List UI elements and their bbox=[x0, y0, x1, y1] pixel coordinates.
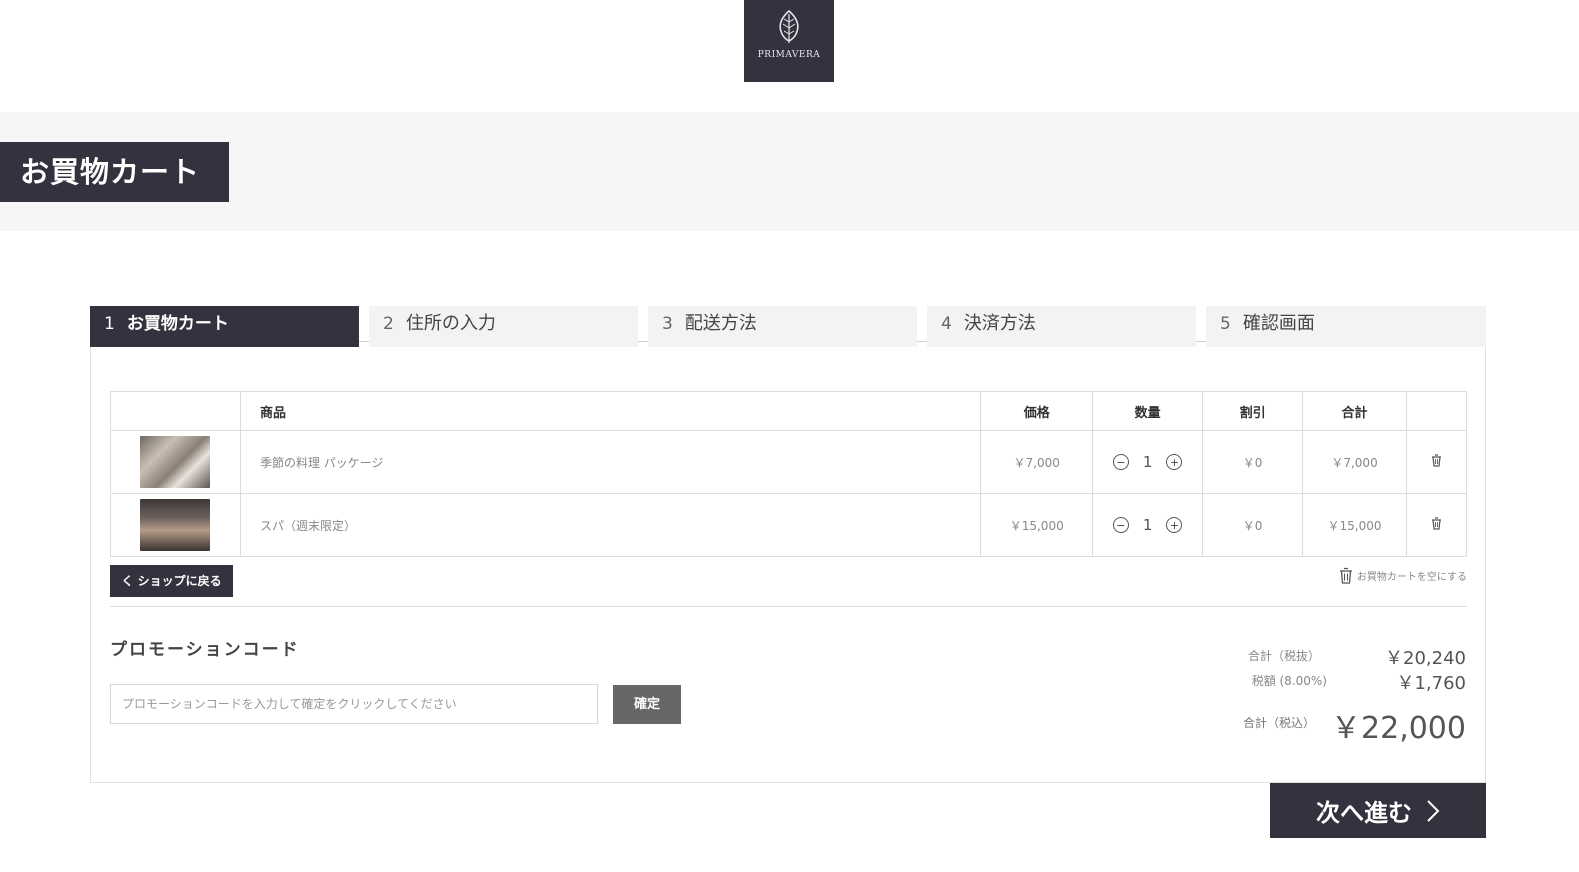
table-header-row: 商品 価格 数量 割引 合計 bbox=[110, 391, 1467, 431]
step-shipping[interactable]: 3 配送方法 bbox=[648, 306, 917, 348]
header-image bbox=[110, 391, 241, 431]
step-connector bbox=[1196, 341, 1206, 342]
quantity-value: 1 bbox=[1142, 516, 1153, 534]
table-row: 季節の料理 パッケージ ￥7,000 − 1 + ￥0 ￥7,000 bbox=[110, 430, 1467, 494]
step-cart[interactable]: 1 お買物カート bbox=[90, 306, 359, 348]
product-name[interactable]: 季節の料理 パッケージ bbox=[239, 430, 982, 494]
trash-icon[interactable] bbox=[1431, 454, 1442, 470]
product-total: ￥7,000 bbox=[1302, 430, 1407, 494]
product-name[interactable]: スパ（週末限定） bbox=[239, 493, 982, 557]
table-row: スパ（週末限定） ￥15,000 − 1 + ￥0 ￥15,000 bbox=[110, 493, 1467, 557]
page-title: お買物カート bbox=[0, 142, 229, 202]
empty-cart-label: お買物カートを空にする bbox=[1356, 572, 1467, 583]
step-confirm[interactable]: 5 確認画面 bbox=[1206, 306, 1486, 348]
header-discount: 割引 bbox=[1202, 391, 1304, 431]
step-number: 4 bbox=[941, 314, 952, 334]
empty-cart-link[interactable]: お買物カートを空にする bbox=[1339, 567, 1467, 584]
cart-table: 商品 価格 数量 割引 合計 季節の料理 パッケージ ￥7,000 − 1 + bbox=[110, 391, 1467, 557]
product-price: ￥15,000 bbox=[980, 493, 1094, 557]
subtotal-label-wrap: 合計（税抜） bbox=[1248, 647, 1320, 664]
header-delete bbox=[1406, 391, 1467, 431]
next-step-button[interactable]: 次へ進む bbox=[1270, 783, 1486, 838]
minus-icon[interactable]: − bbox=[1112, 517, 1129, 533]
step-label: 決済方法 bbox=[963, 313, 1036, 334]
quantity-stepper: − 1 + bbox=[1112, 516, 1183, 534]
promo-code-input[interactable] bbox=[110, 684, 598, 724]
plus-icon[interactable]: + bbox=[1166, 517, 1183, 533]
header-total: 合計 bbox=[1302, 391, 1407, 431]
step-connector bbox=[917, 341, 927, 342]
checkout-steps: 1 お買物カート 2 住所の入力 3 配送方法 4 決済方法 5 確認画面 bbox=[90, 306, 1486, 348]
step-connector bbox=[359, 341, 369, 342]
plus-icon[interactable]: + bbox=[1166, 454, 1183, 470]
title-band: お買物カート bbox=[0, 112, 1579, 231]
product-price: ￥7,000 bbox=[980, 430, 1094, 494]
subtotal-value: ￥20,240 bbox=[1385, 648, 1466, 669]
back-to-shop-button[interactable]: く ショップに戻る bbox=[110, 565, 233, 597]
grand-label-wrap: 合計（税込） bbox=[1243, 714, 1315, 731]
step-number: 2 bbox=[383, 314, 394, 334]
step-label: お買物カート bbox=[126, 314, 229, 334]
step-label: 確認画面 bbox=[1242, 313, 1315, 334]
next-step-label: 次へ進む bbox=[1316, 798, 1412, 827]
cart-panel: 商品 価格 数量 割引 合計 季節の料理 パッケージ ￥7,000 − 1 + bbox=[90, 347, 1486, 783]
step-connector bbox=[638, 341, 648, 342]
brand-name: PRIMAVERA bbox=[757, 50, 821, 60]
header-price: 価格 bbox=[980, 391, 1094, 431]
promo-title: プロモーションコード bbox=[110, 640, 300, 660]
product-total: ￥15,000 bbox=[1302, 493, 1407, 557]
brand-logo[interactable]: PRIMAVERA bbox=[744, 0, 834, 82]
product-discount: ￥0 bbox=[1202, 493, 1304, 557]
header-qty: 数量 bbox=[1092, 391, 1204, 431]
tax-label-wrap: 税額 (8.00%) bbox=[1252, 672, 1327, 689]
product-thumbnail[interactable] bbox=[140, 499, 211, 551]
step-payment[interactable]: 4 決済方法 bbox=[927, 306, 1196, 348]
step-number: 1 bbox=[104, 314, 115, 334]
product-discount: ￥0 bbox=[1202, 430, 1304, 494]
trash-icon[interactable] bbox=[1431, 517, 1442, 533]
subtotal-label: 合計（税抜） bbox=[1247, 649, 1320, 663]
step-number: 5 bbox=[1220, 314, 1231, 334]
grand-total-value: ￥22,000 bbox=[1331, 711, 1466, 746]
grand-total-label: 合計（税込） bbox=[1242, 716, 1315, 730]
trash-icon bbox=[1339, 567, 1352, 584]
product-thumbnail[interactable] bbox=[140, 436, 211, 488]
tax-label: 税額 (8.00%) bbox=[1251, 674, 1327, 688]
tax-value-wrap: ￥1,760 bbox=[1396, 669, 1466, 695]
step-address[interactable]: 2 住所の入力 bbox=[369, 306, 638, 348]
step-label: 配送方法 bbox=[684, 313, 757, 334]
quantity-value: 1 bbox=[1142, 453, 1153, 471]
leaf-logo-icon bbox=[779, 10, 799, 43]
promo-submit-button[interactable]: 確定 bbox=[613, 685, 681, 724]
tax-value: ￥1,760 bbox=[1396, 673, 1466, 694]
minus-icon[interactable]: − bbox=[1112, 454, 1129, 470]
grand-value-wrap: ￥22,000 bbox=[1331, 703, 1466, 747]
divider bbox=[110, 606, 1467, 607]
subtotal-value-wrap: ￥20,240 bbox=[1385, 644, 1466, 670]
step-number: 3 bbox=[662, 314, 673, 334]
header-product: 商品 bbox=[239, 391, 982, 431]
step-label: 住所の入力 bbox=[405, 313, 496, 334]
quantity-stepper: − 1 + bbox=[1112, 453, 1183, 471]
chevron-right-icon bbox=[1427, 799, 1440, 822]
